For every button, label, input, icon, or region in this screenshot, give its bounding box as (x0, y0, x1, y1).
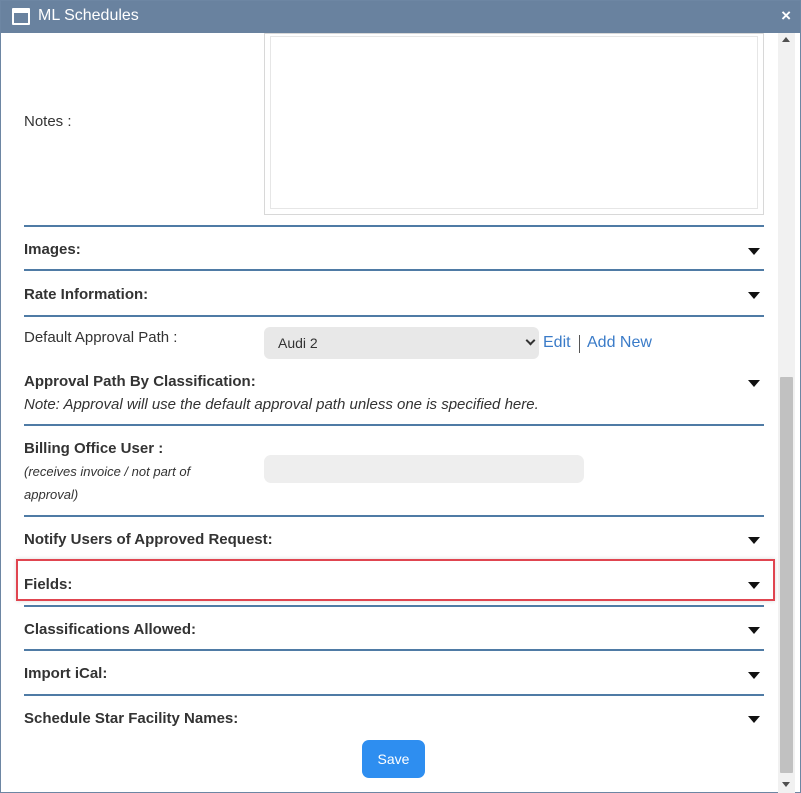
approval-path-note: Note: Approval will use the default appr… (24, 396, 539, 413)
vertical-scrollbar[interactable] (778, 33, 795, 793)
import-ical-section-header[interactable]: Import iCal: (24, 665, 107, 682)
images-chevron-down-icon[interactable] (748, 248, 760, 255)
divider (24, 605, 764, 607)
notify-users-chevron-down-icon[interactable] (748, 537, 760, 544)
schedule-star-facility-names-section-header[interactable]: Schedule Star Facility Names: (24, 710, 238, 727)
dialog-content: Notes : Images: Rate Information: Defaul… (1, 33, 778, 793)
approval-path-by-classification-chevron-down-icon[interactable] (748, 380, 760, 387)
notes-textarea[interactable] (264, 33, 764, 215)
divider (24, 515, 764, 517)
divider (24, 424, 764, 426)
images-section-header[interactable]: Images: (24, 241, 81, 258)
scroll-up-icon[interactable] (782, 37, 790, 42)
billing-office-user-input[interactable] (264, 455, 584, 483)
classifications-allowed-section-header[interactable]: Classifications Allowed: (24, 621, 196, 638)
dialog-titlebar: ML Schedules × (1, 1, 800, 33)
close-icon[interactable]: × (781, 5, 791, 27)
notify-users-section-header[interactable]: Notify Users of Approved Request: (24, 531, 273, 548)
dialog-title: ML Schedules (38, 7, 139, 24)
notes-textarea-inner (270, 36, 758, 209)
approval-path-by-classification-section-header[interactable]: Approval Path By Classification: (24, 373, 256, 390)
window-icon (12, 8, 30, 25)
notes-label: Notes : (24, 113, 72, 130)
save-button[interactable]: Save (362, 740, 425, 778)
schedule-star-facility-names-chevron-down-icon[interactable] (748, 716, 760, 723)
default-approval-path-label: Default Approval Path : (24, 329, 178, 346)
link-separator (579, 335, 580, 353)
divider (24, 694, 764, 696)
chevron-down-icon (525, 335, 536, 346)
divider (24, 315, 764, 317)
ml-schedules-dialog: ML Schedules × Notes : Images: Rate Info… (0, 0, 801, 793)
add-new-approval-path-link[interactable]: Add New (587, 334, 652, 352)
fields-chevron-down-icon[interactable] (748, 582, 760, 589)
billing-office-user-hint-line2: approval) (24, 487, 79, 502)
classifications-allowed-chevron-down-icon[interactable] (748, 627, 760, 634)
scroll-down-icon[interactable] (782, 782, 790, 787)
default-approval-path-value: Audi 2 (278, 335, 318, 351)
divider (24, 269, 764, 271)
billing-office-user-hint-line1: (receives invoice / not part of (24, 464, 191, 479)
billing-office-user-label: Billing Office User : (24, 440, 164, 457)
edit-approval-path-link[interactable]: Edit (543, 334, 571, 352)
rate-information-chevron-down-icon[interactable] (748, 292, 760, 299)
divider (24, 225, 764, 227)
import-ical-chevron-down-icon[interactable] (748, 672, 760, 679)
fields-highlight-box (16, 559, 775, 601)
fields-section-header[interactable]: Fields: (24, 576, 72, 593)
default-approval-path-select[interactable]: Audi 2 (264, 327, 539, 359)
rate-information-section-header[interactable]: Rate Information: (24, 286, 148, 303)
divider (24, 649, 764, 651)
scrollbar-thumb[interactable] (780, 377, 793, 773)
